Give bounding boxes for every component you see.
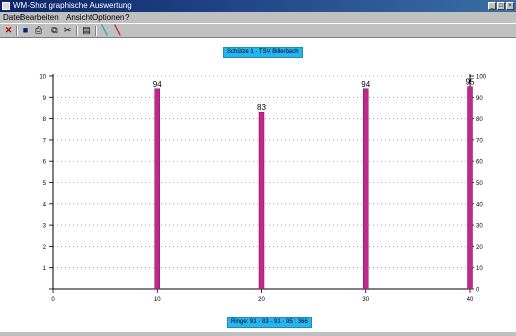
menu-bearbeiten[interactable]: Bearbeiten [20, 12, 59, 23]
toolbar-separator [16, 26, 18, 36]
close-button[interactable]: × [506, 2, 514, 10]
x-tick-label: 0 [51, 297, 55, 303]
x-tick-label: 20 [258, 297, 265, 303]
bar-value-label: 94 [153, 80, 162, 89]
bar [363, 88, 369, 290]
y-tick-label-right: 80 [476, 117, 483, 123]
y-tick-label-left: 6 [43, 160, 47, 166]
x-tick-label: 10 [154, 297, 161, 303]
app-icon [2, 2, 10, 10]
y-tick-label-right: 10 [476, 266, 483, 272]
bar-chart: 0102030405060708090100123456789100 10 20 30… [39, 74, 487, 303]
chart-area: Schütze 1 · TSV Billerbach 0 10 20 30 40 50 60… [0, 38, 516, 334]
bar [258, 111, 265, 290]
copy-icon[interactable]: ⧉ [49, 25, 60, 36]
pencil-icon[interactable]: ╲ [99, 25, 110, 36]
menu-help[interactable]: ? [125, 12, 129, 23]
save-icon[interactable]: ■ [20, 25, 31, 36]
close-icon[interactable]: ✕ [3, 25, 14, 36]
toolbar: ✕ ■ ⎙ ⧉ ✂ ▤ ╲ ╲ [0, 23, 516, 38]
y-tick-label-right: 40 [476, 202, 483, 208]
y-tick-label-left: 10 [39, 75, 46, 81]
y-tick-label-right: 50 [476, 181, 483, 187]
menu-optionen[interactable]: Optionen [92, 12, 124, 23]
bar-value-label: 95 [466, 78, 475, 87]
toolbar-separator [95, 26, 97, 36]
y-tick-label-right: 60 [476, 160, 483, 166]
window-title: WM-Shot graphische Auswertung [13, 1, 132, 10]
menu-bar: Datei Bearbeiten Ansicht Optionen ? [0, 12, 516, 23]
menu-ansicht[interactable]: Ansicht [66, 12, 92, 23]
bar-value-label: 83 [257, 103, 266, 112]
toolbar-separator [76, 26, 78, 36]
y-tick-label-right: 30 [476, 224, 483, 230]
menu-datei[interactable]: Datei [3, 12, 22, 23]
footer-badge: Ringe: 91 - 83 - 91 - 95 : 366 [227, 317, 312, 328]
maximize-button[interactable]: □ [497, 2, 505, 10]
cut-icon[interactable]: ✂ [62, 25, 73, 36]
marker-icon[interactable]: ╲ [112, 25, 123, 36]
y-tick-label-right: 0 [476, 288, 480, 294]
bar-value-label: 94 [361, 80, 370, 89]
y-tick-label-left: 5 [43, 181, 47, 187]
bar [467, 86, 473, 290]
y-tick-label-right: 100 [476, 75, 487, 81]
y-tick-label-left: 8 [43, 117, 47, 123]
y-tick-label-left: 7 [43, 138, 47, 144]
x-tick-label: 40 [467, 297, 474, 303]
print-icon[interactable]: ⎙ [33, 25, 44, 36]
table-icon[interactable]: ▤ [81, 25, 92, 36]
y-tick-label-right: 20 [476, 245, 483, 251]
y-tick-label-left: 1 [43, 266, 47, 272]
bar [154, 88, 160, 290]
y-tick-label-left: 2 [43, 245, 47, 251]
y-tick-label-left: 9 [43, 96, 47, 102]
x-tick-label: 30 [362, 297, 369, 303]
y-tick-label-right: 90 [476, 96, 483, 102]
y-tick-label-left: 3 [43, 224, 47, 230]
y-tick-label-right: 70 [476, 138, 483, 144]
title-bar: WM-Shot graphische Auswertung _ □ × [0, 0, 516, 12]
minimize-button[interactable]: _ [488, 2, 496, 10]
y-tick-label-left: 4 [43, 202, 47, 208]
